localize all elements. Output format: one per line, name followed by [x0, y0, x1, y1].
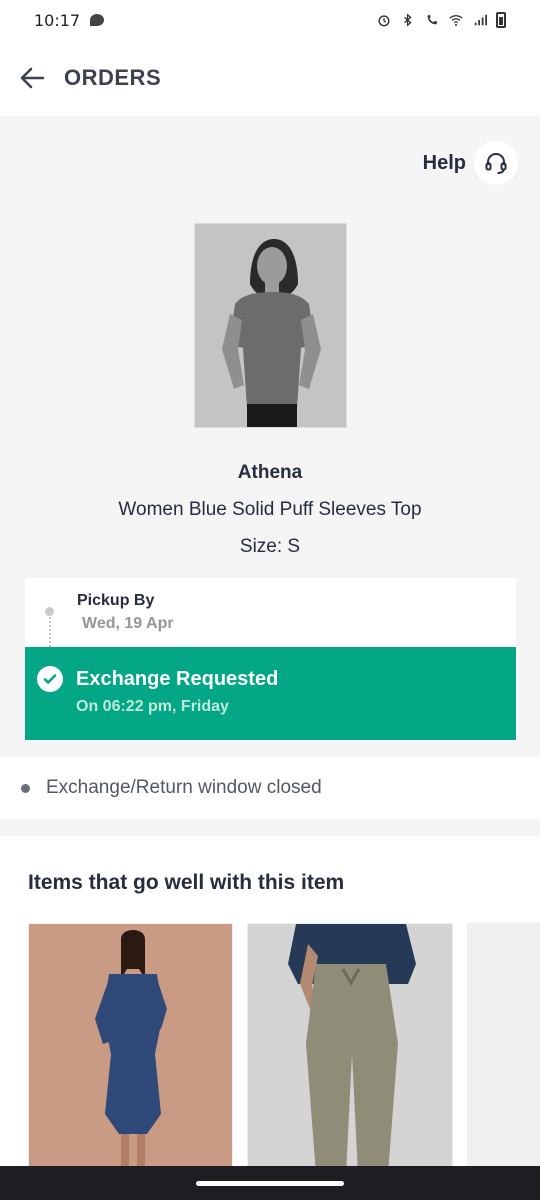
wifi-call-icon	[427, 14, 438, 25]
help-button[interactable]: Help	[423, 141, 518, 185]
exchange-status-card[interactable]: Exchange Requested On 06:22 pm, Friday	[25, 647, 516, 740]
timeline-dot	[45, 607, 54, 616]
trousers-photo	[248, 924, 452, 1166]
wifi-icon	[449, 15, 463, 26]
battery-icon	[496, 12, 506, 28]
page-title: ORDERS	[64, 65, 162, 90]
recommendation-card[interactable]	[28, 923, 233, 1166]
product-size: Size: S	[239, 536, 301, 557]
dress-photo	[29, 924, 232, 1166]
pickup-card: Pickup By Wed, 19 Apr	[25, 578, 516, 647]
arrow-left-icon	[20, 67, 45, 89]
app-header: ORDERS	[0, 40, 540, 116]
signal-icon	[474, 14, 487, 26]
system-nav-bar	[0, 1166, 540, 1200]
status-icons	[376, 12, 506, 28]
back-button[interactable]	[18, 64, 46, 92]
recommendation-card[interactable]	[247, 923, 453, 1166]
recommendations-title: Items that go well with this item	[28, 871, 345, 894]
model-photo	[195, 224, 346, 427]
pickup-date: Wed, 19 Apr	[82, 615, 174, 632]
check-circle-icon	[37, 666, 63, 692]
bullet-icon	[21, 783, 30, 793]
alarm-icon	[378, 15, 390, 27]
product-brand: Athena	[237, 462, 303, 483]
return-window-row: Exchange/Return window closed	[0, 757, 540, 819]
recommendation-card[interactable]	[467, 923, 540, 1166]
help-icon-wrapper	[474, 141, 518, 185]
home-gesture-handle[interactable]	[196, 1181, 344, 1186]
bluetooth-icon	[404, 13, 412, 27]
product-name: Women Blue Solid Puff Sleeves Top	[118, 499, 422, 520]
exchange-title: Exchange Requested	[76, 668, 279, 690]
timeline-connector	[49, 617, 51, 647]
message-notification-icon	[90, 14, 105, 26]
product-image[interactable]	[194, 223, 347, 428]
pickup-label: Pickup By	[77, 592, 155, 609]
help-label: Help	[422, 151, 466, 174]
headset-icon	[485, 153, 507, 174]
status-bar: 10:17	[0, 0, 540, 40]
recommendations-section: Items that go well with this item	[0, 836, 540, 1166]
return-window-text: Exchange/Return window closed	[46, 777, 322, 798]
exchange-subtitle: On 06:22 pm, Friday	[76, 698, 229, 715]
status-time: 10:17	[34, 10, 81, 30]
